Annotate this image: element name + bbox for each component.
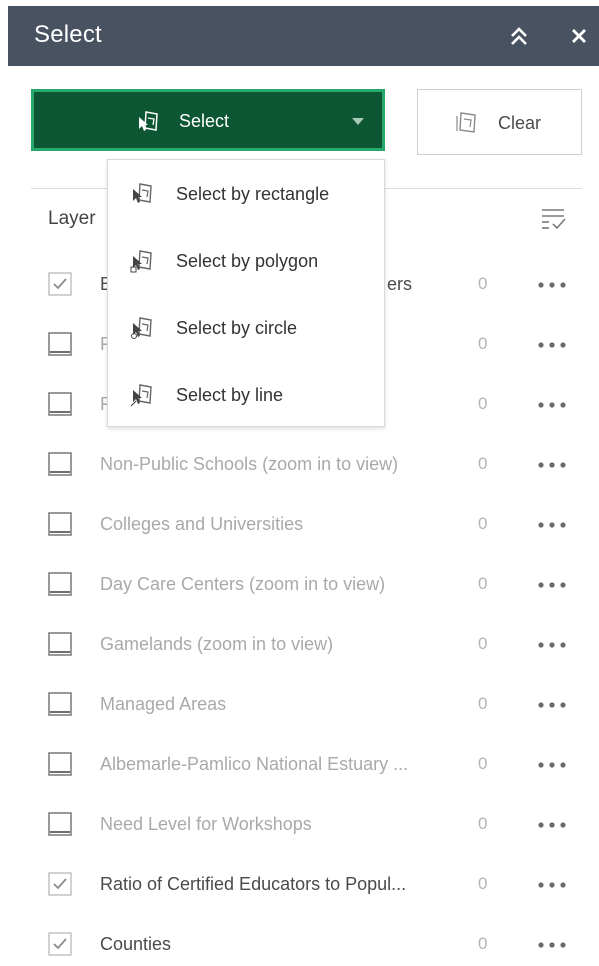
more-options-icon[interactable] [536,820,568,830]
checkbox-checked[interactable] [48,872,72,896]
layer-count: 0 [478,274,488,293]
more-options-icon[interactable] [536,340,568,350]
select-circle-icon [131,317,152,339]
checkbox-checked[interactable] [48,272,72,296]
layer-name: Non-Public Schools (zoom in to view) [100,454,399,474]
more-options-icon[interactable] [536,280,568,290]
select-button[interactable]: Select [31,89,385,151]
menu-item-label: Select by polygon [176,251,319,271]
layer-count: 0 [478,694,488,713]
layer-count: 0 [478,634,488,653]
checkbox-unchecked[interactable] [48,692,72,716]
layer-name: Colleges and Universities [100,514,304,534]
more-options-icon[interactable] [536,880,568,890]
menu-item-select-rectangle[interactable]: Select by rectangle [108,162,384,222]
checkbox-unchecked[interactable] [48,752,72,776]
more-options-icon[interactable] [536,580,568,590]
layer-count: 0 [478,574,488,593]
more-options-icon[interactable] [536,520,568,530]
layer-row: Need Level for Workshops 0 [0,806,599,846]
layer-row: Gamelands (zoom in to view) 0 [0,626,599,666]
panel-header: Select [8,6,599,66]
checkbox-unchecked[interactable] [48,572,72,596]
select-rectangle-icon [133,183,152,203]
layer-count: 0 [478,814,488,833]
layer-count: 0 [478,754,488,773]
clear-selection-icon [456,112,476,133]
layer-row: Ratio of Certified Educators to Popul...… [0,866,599,906]
layer-name-suffix: ers [387,274,413,294]
layer-name: Ratio of Certified Educators to Popul... [100,874,407,894]
layer-count: 0 [478,394,488,413]
layer-count: 0 [478,454,488,473]
panel-title: Select [34,21,102,48]
more-options-icon[interactable] [536,760,568,770]
layer-name: Counties [100,934,172,954]
close-icon[interactable] [568,25,590,47]
layer-name: Need Level for Workshops [100,814,312,834]
layer-count: 0 [478,874,488,893]
more-options-icon[interactable] [536,700,568,710]
checkbox-unchecked[interactable] [48,452,72,476]
layer-name: Albemarle-Pamlico National Estuary ... [100,754,409,774]
more-options-icon[interactable] [536,400,568,410]
select-polygon-icon [130,250,152,273]
menu-item-label: Select by line [176,385,284,405]
layer-count: 0 [478,334,488,353]
more-options-icon[interactable] [536,640,568,650]
select-line-icon [130,384,152,407]
layer-row: Non-Public Schools (zoom in to view) 0 [0,446,599,486]
checkbox-unchecked[interactable] [48,812,72,836]
layer-row: Colleges and Universities 0 [0,506,599,546]
checkbox-unchecked[interactable] [48,632,72,656]
clear-button[interactable]: Clear [417,89,582,155]
select-tool-icon [139,111,158,131]
layer-name: Day Care Centers (zoom in to view) [100,574,386,594]
menu-item-label: Select by circle [176,318,298,338]
more-options-icon[interactable] [536,460,568,470]
menu-item-select-line[interactable]: Select by line [108,363,384,423]
more-options-icon[interactable] [536,940,568,950]
layers-heading: Layer [48,208,96,229]
layer-name: Gamelands (zoom in to view) [100,634,334,654]
layer-count: 0 [478,934,488,953]
clear-button-label: Clear [498,113,542,133]
filter-list-icon[interactable] [540,205,566,231]
caret-down-icon[interactable] [352,118,364,126]
layer-row: Albemarle-Pamlico National Estuary ... 0 [0,746,599,786]
layer-name: Managed Areas [100,694,227,714]
layer-row: Day Care Centers (zoom in to view) 0 [0,566,599,606]
menu-item-select-circle[interactable]: Select by circle [108,296,384,356]
select-button-label: Select [179,111,230,131]
menu-item-select-polygon[interactable]: Select by polygon [108,229,384,289]
checkbox-unchecked[interactable] [48,392,72,416]
layer-row: Managed Areas 0 [0,686,599,726]
menu-item-label: Select by rectangle [176,184,330,204]
layer-row: Counties 0 [0,926,599,966]
select-mode-dropdown: Select by rectangle Select by polygon Se… [107,159,385,427]
checkbox-checked[interactable] [48,932,72,956]
checkbox-unchecked[interactable] [48,332,72,356]
checkbox-unchecked[interactable] [48,512,72,536]
double-chevron-up-icon[interactable] [508,25,530,47]
layer-count: 0 [478,514,488,533]
